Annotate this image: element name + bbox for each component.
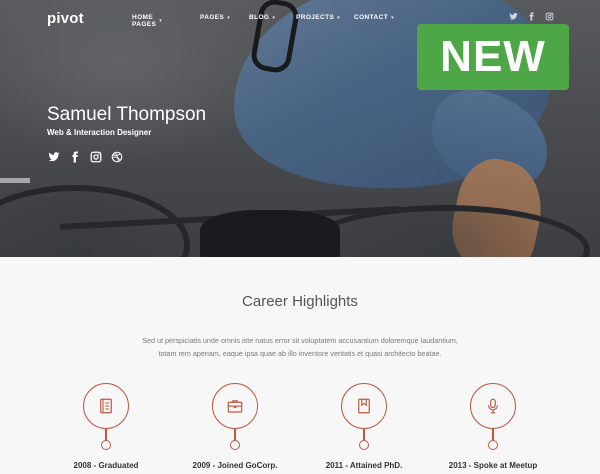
twitter-icon[interactable] (47, 150, 60, 163)
chevron-down-icon: ▾ (272, 14, 276, 21)
nav-item-home-pages[interactable]: HOME PAGES ▾ (132, 14, 162, 28)
site-logo[interactable]: pivot (47, 10, 84, 27)
section-description-line: totam rem aperiam, eaque ipsa quae ab il… (158, 349, 442, 358)
nav-item-label: BLOG (249, 14, 270, 21)
timeline-label: 2009 - Joined GoCorp. (192, 461, 278, 470)
section-description-line: Sed ut perspiciatis unde omnis iste natu… (142, 336, 458, 345)
chevron-down-icon: ▾ (337, 14, 341, 21)
nav-item-contact[interactable]: CONTACT ▾ (354, 14, 394, 21)
dribbble-icon[interactable] (110, 150, 123, 163)
nav-social-links (509, 12, 554, 21)
hero-name: Samuel Thompson (47, 104, 207, 125)
hero-section: pivot HOME PAGES ▾ PAGES ▾ BLOG ▾ PROJEC… (0, 0, 600, 257)
nav-item-label: PROJECTS (296, 14, 335, 21)
timeline-dot (488, 440, 498, 450)
timeline-label: 2008 - Graduated (73, 461, 139, 470)
bookmark-icon (358, 398, 370, 414)
timeline-dot (230, 440, 240, 450)
briefcase-icon (227, 400, 243, 413)
nav-item-label: HOME PAGES (132, 14, 157, 28)
hero-role: Web & Interaction Designer (47, 128, 152, 137)
nav-item-pages[interactable]: PAGES ▾ (200, 14, 230, 21)
facebook-icon[interactable] (68, 150, 81, 163)
nav-item-projects[interactable]: PROJECTS ▾ (296, 14, 340, 21)
instagram-icon[interactable] (545, 12, 554, 21)
timeline-icon-circle (470, 383, 516, 429)
chevron-down-icon: ▾ (391, 14, 395, 21)
nav-item-label: CONTACT (354, 14, 389, 21)
career-section: Career Highlights Sed ut perspiciatis un… (0, 257, 600, 474)
section-description: Sed ut perspiciatis unde omnis iste natu… (125, 334, 475, 360)
chevron-down-icon: ▾ (159, 18, 163, 24)
microphone-icon (487, 398, 499, 414)
nav-item-blog[interactable]: BLOG ▾ (249, 14, 275, 21)
timeline-icon-circle (212, 383, 258, 429)
chevron-down-icon: ▾ (227, 14, 231, 21)
hero-social-links (47, 150, 123, 163)
twitter-icon[interactable] (509, 12, 518, 21)
timeline-icon-circle (83, 383, 129, 429)
nav-item-label: PAGES (200, 14, 225, 21)
facebook-icon[interactable] (527, 12, 536, 21)
instagram-icon[interactable] (89, 150, 102, 163)
timeline-label: 2011 - Attained PhD. (325, 461, 403, 470)
timeline-label: 2013 - Spoke at Meetup (448, 461, 538, 470)
notebook-icon (100, 398, 112, 414)
new-badge: NEW (417, 24, 569, 90)
timeline-dot (101, 440, 111, 450)
section-title: Career Highlights (242, 293, 358, 310)
timeline-icon-circle (341, 383, 387, 429)
timeline-dot (359, 440, 369, 450)
